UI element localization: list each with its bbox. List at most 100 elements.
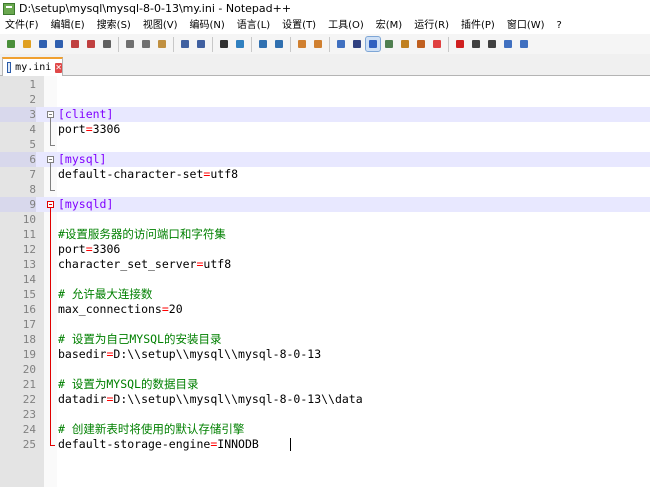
sync-horizontal-icon[interactable] [311,37,325,51]
replace-icon[interactable] [233,37,247,51]
menu-item[interactable]: 搜索(S) [91,17,137,34]
editor-line[interactable]: 14 [0,272,650,287]
menu-item[interactable]: 工具(O) [322,17,370,34]
toolbar-separator [251,36,252,52]
editor-line[interactable]: 22 datadir=D:\\setup\\mysql\\mysql-8-0-13… [0,392,650,407]
section-header: [mysql] [58,152,107,166]
line-number: 16 [22,303,36,316]
record-macro-icon[interactable] [453,37,467,51]
editor-line[interactable]: 8 [0,182,650,197]
fold-toggle-icon[interactable] [47,156,54,163]
zoom-out-icon[interactable] [272,37,286,51]
fold-toggle-icon[interactable] [47,111,54,118]
save-icon[interactable] [36,37,50,51]
menu-item[interactable]: 编码(N) [184,17,231,34]
file-icon [7,62,12,73]
cut-icon[interactable] [123,37,137,51]
close-tab-icon[interactable]: ✕ [55,62,62,73]
menu-item[interactable]: 宏(M) [370,17,408,34]
key-value-line: basedir=D:\\setup\\mysql\\mysql-8-0-13 [58,347,321,362]
editor-line[interactable]: 7 default-character-set=utf8 [0,167,650,182]
toolbar-separator [329,36,330,52]
monitor-icon[interactable] [430,37,444,51]
comment-text: #设置服务器的访问端口和字符集 [58,227,226,241]
editor-line[interactable]: 20 [0,362,650,377]
play-macro-icon[interactable] [485,37,499,51]
editor-line[interactable]: 25 default-storage-engine=INNODB [0,437,650,452]
line-number: 6 [0,152,36,167]
editor-line[interactable]: 10 [0,212,650,227]
line-number: 11 [22,228,36,241]
editor-line[interactable]: 4 port=3306 [0,122,650,137]
folder-workspace-icon[interactable] [414,37,428,51]
editor-line[interactable]: 16 max_connections=20 [0,302,650,317]
redo-icon[interactable] [194,37,208,51]
word-wrap-icon[interactable] [334,37,348,51]
toolbar-separator [448,36,449,52]
editor-line[interactable]: 11 #设置服务器的访问端口和字符集 [0,227,650,242]
menu-item[interactable]: 插件(P) [455,17,501,34]
menu-item[interactable]: 运行(R) [408,17,455,34]
menu-item[interactable]: 文件(F) [0,17,45,34]
key-value-line: max_connections=20 [58,302,183,317]
undo-icon[interactable] [178,37,192,51]
editor-line[interactable]: 15 # 允许最大连接数 [0,287,650,302]
function-list-icon[interactable] [398,37,412,51]
editor-line[interactable]: 2 [0,92,650,107]
run-multiple-icon[interactable] [501,37,515,51]
setting-value: 20 [168,302,183,316]
close-all-icon[interactable] [84,37,98,51]
tab-my-ini[interactable]: my.ini ✕ [2,57,63,76]
menu-item[interactable]: 视图(V) [137,17,184,34]
line-number: 9 [0,197,36,212]
editor[interactable]: 1 2 3 [client] 4 port=3306 5 6 [mysql] 7 default-c… [0,76,650,487]
zoom-in-icon[interactable] [256,37,270,51]
editor-line[interactable]: 1 [0,77,650,92]
key-value-line: default-storage-engine=INNODB [58,437,259,452]
editor-line[interactable]: 21 # 设置为MYSQL的数据目录 [0,377,650,392]
show-all-chars-icon[interactable] [350,37,364,51]
fold-end [50,190,55,191]
copy-icon[interactable] [139,37,153,51]
save-all-icon[interactable] [52,37,66,51]
fold-toggle-icon[interactable] [47,201,54,208]
setting-key: default-storage-engine [58,437,211,451]
close-icon[interactable] [68,37,82,51]
editor-line[interactable]: 3 [client] [0,107,650,122]
key-value-line: character_set_server=utf8 [58,257,231,272]
editor-line[interactable]: 13 character_set_server=utf8 [0,257,650,272]
new-file-icon[interactable] [4,37,18,51]
editor-line[interactable]: 18 # 设置为自己MYSQL的安装目录 [0,332,650,347]
print-icon[interactable] [100,37,114,51]
sync-vertical-icon[interactable] [295,37,309,51]
tab-strip: my.ini ✕ [0,54,650,76]
indent-guide-icon[interactable] [365,36,381,52]
open-file-icon[interactable] [20,37,34,51]
editor-line[interactable]: 12 port=3306 [0,242,650,257]
line-number: 1 [29,78,36,91]
editor-line[interactable]: 5 [0,137,650,152]
equals-operator: = [161,302,169,316]
toolbar-separator [173,36,174,52]
menu-item[interactable]: 窗口(W) [501,17,551,34]
editor-line[interactable]: 23 [0,407,650,422]
document-map-icon[interactable] [382,37,396,51]
menu-item[interactable]: ? [551,17,568,34]
editor-line[interactable]: 9 [mysqld] [0,197,650,212]
editor-line[interactable]: 6 [mysql] [0,152,650,167]
toolbar-separator [212,36,213,52]
save-macro-icon[interactable] [517,37,531,51]
stop-record-icon[interactable] [469,37,483,51]
menu-item[interactable]: 设置(T) [276,17,322,34]
setting-value: utf8 [210,167,239,181]
line-number: 14 [22,273,36,286]
paste-icon[interactable] [155,37,169,51]
editor-line[interactable]: 19 basedir=D:\\setup\\mysql\\mysql-8-0-13 [0,347,650,362]
menu-item[interactable]: 语言(L) [231,17,276,34]
find-icon[interactable] [217,37,231,51]
editor-line[interactable]: 24 # 创建新表时将使用的默认存储引擎 [0,422,650,437]
fold-end [50,145,55,146]
editor-line[interactable]: 17 [0,317,650,332]
menu-item[interactable]: 编辑(E) [45,17,91,34]
equals-operator: = [85,242,93,256]
